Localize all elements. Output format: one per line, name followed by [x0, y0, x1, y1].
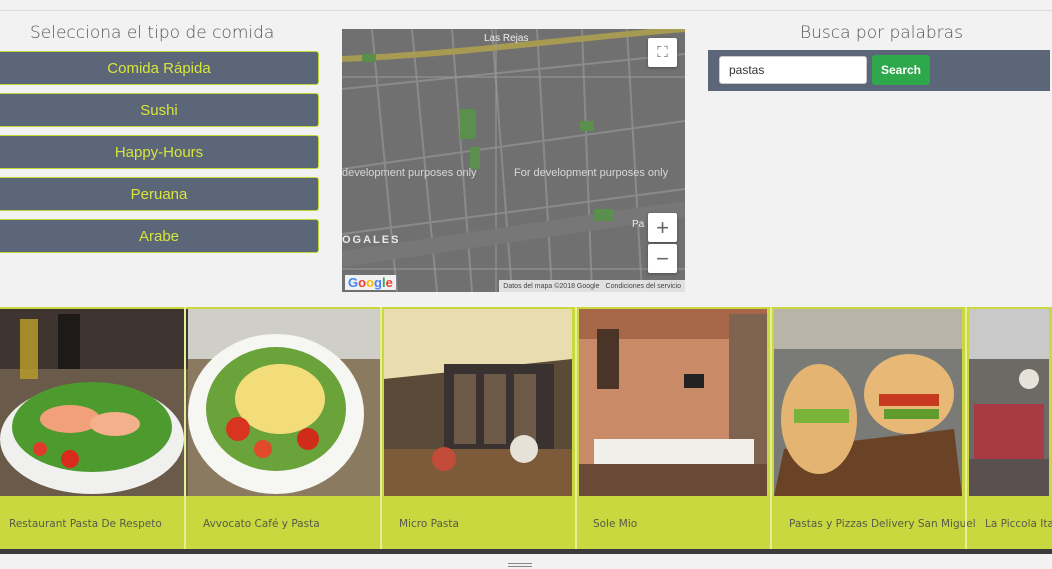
map-terms-link[interactable]: Condiciones del servicio: [606, 283, 681, 290]
card-divider: [184, 307, 186, 549]
restaurant-photo: [0, 309, 193, 496]
restaurant-name: Restaurant Pasta De Respeto: [9, 518, 162, 530]
restaurant-photo: [579, 309, 772, 496]
restaurant-name: La Piccola Ita: [985, 518, 1052, 530]
restaurant-card[interactable]: Avvocato Café y Pasta: [188, 309, 381, 549]
map-dev-watermark-right: For development purposes only: [514, 167, 669, 179]
map-footer: Datos del mapa ©2018 Google Condiciones …: [499, 280, 685, 292]
search-title: Busca por palabras: [800, 23, 963, 43]
map-label-pa: Pa: [632, 219, 645, 230]
restaurant-card[interactable]: Sole Mio: [579, 309, 772, 549]
restaurant-card[interactable]: Micro Pasta: [384, 309, 577, 549]
card-divider: [965, 307, 967, 549]
category-button-happy-hours[interactable]: Happy-Hours: [0, 135, 319, 169]
search-bar: Search: [708, 50, 1050, 91]
card-divider: [575, 307, 577, 549]
drag-handle-icon[interactable]: [508, 563, 532, 569]
restaurant-name: Pastas y Pizzas Delivery San Miguel: [789, 518, 976, 530]
restaurant-photo: [774, 309, 967, 496]
fullscreen-icon[interactable]: ⛶: [648, 38, 677, 67]
restaurant-photo: [384, 309, 577, 496]
map-streets: [342, 29, 685, 292]
category-title: Selecciona el tipo de comida: [30, 23, 275, 43]
restaurant-photo: [969, 309, 1052, 496]
category-button-peruana[interactable]: Peruana: [0, 177, 319, 211]
restaurant-name: Avvocato Café y Pasta: [203, 518, 320, 530]
card-divider: [380, 307, 382, 549]
restaurant-name: Sole Mio: [593, 518, 638, 530]
zoom-in-button[interactable]: +: [648, 213, 677, 242]
bottom-bar: [0, 549, 1052, 554]
restaurant-photo: [188, 309, 381, 496]
search-input[interactable]: [719, 56, 867, 84]
restaurant-card[interactable]: Restaurant Pasta De Respeto: [0, 309, 193, 549]
map-dev-watermark-left: development purposes only: [342, 167, 477, 179]
restaurant-card[interactable]: La Piccola Ita: [969, 309, 1052, 549]
restaurant-card[interactable]: Pastas y Pizzas Delivery San Miguel: [774, 309, 976, 549]
map-data-attribution: Datos del mapa ©2018 Google: [503, 282, 600, 290]
category-button-sushi[interactable]: Sushi: [0, 93, 319, 127]
map-view[interactable]: Las Rejas OGALES Pa development purposes…: [342, 29, 685, 292]
category-button-comida-rapida[interactable]: Comida Rápida: [0, 51, 319, 85]
zoom-out-button[interactable]: −: [648, 244, 677, 273]
top-divider: [0, 10, 1052, 11]
card-divider: [770, 307, 772, 549]
map-label-las-rejas: Las Rejas: [484, 33, 529, 44]
restaurant-name: Micro Pasta: [399, 518, 459, 530]
search-button[interactable]: Search: [872, 55, 930, 85]
map-label-nogales: OGALES: [342, 234, 401, 246]
restaurant-carousel: Restaurant Pasta De Respeto Avvocato Caf…: [0, 307, 1052, 549]
category-button-arabe[interactable]: Arabe: [0, 219, 319, 253]
google-logo: Google: [345, 275, 396, 290]
